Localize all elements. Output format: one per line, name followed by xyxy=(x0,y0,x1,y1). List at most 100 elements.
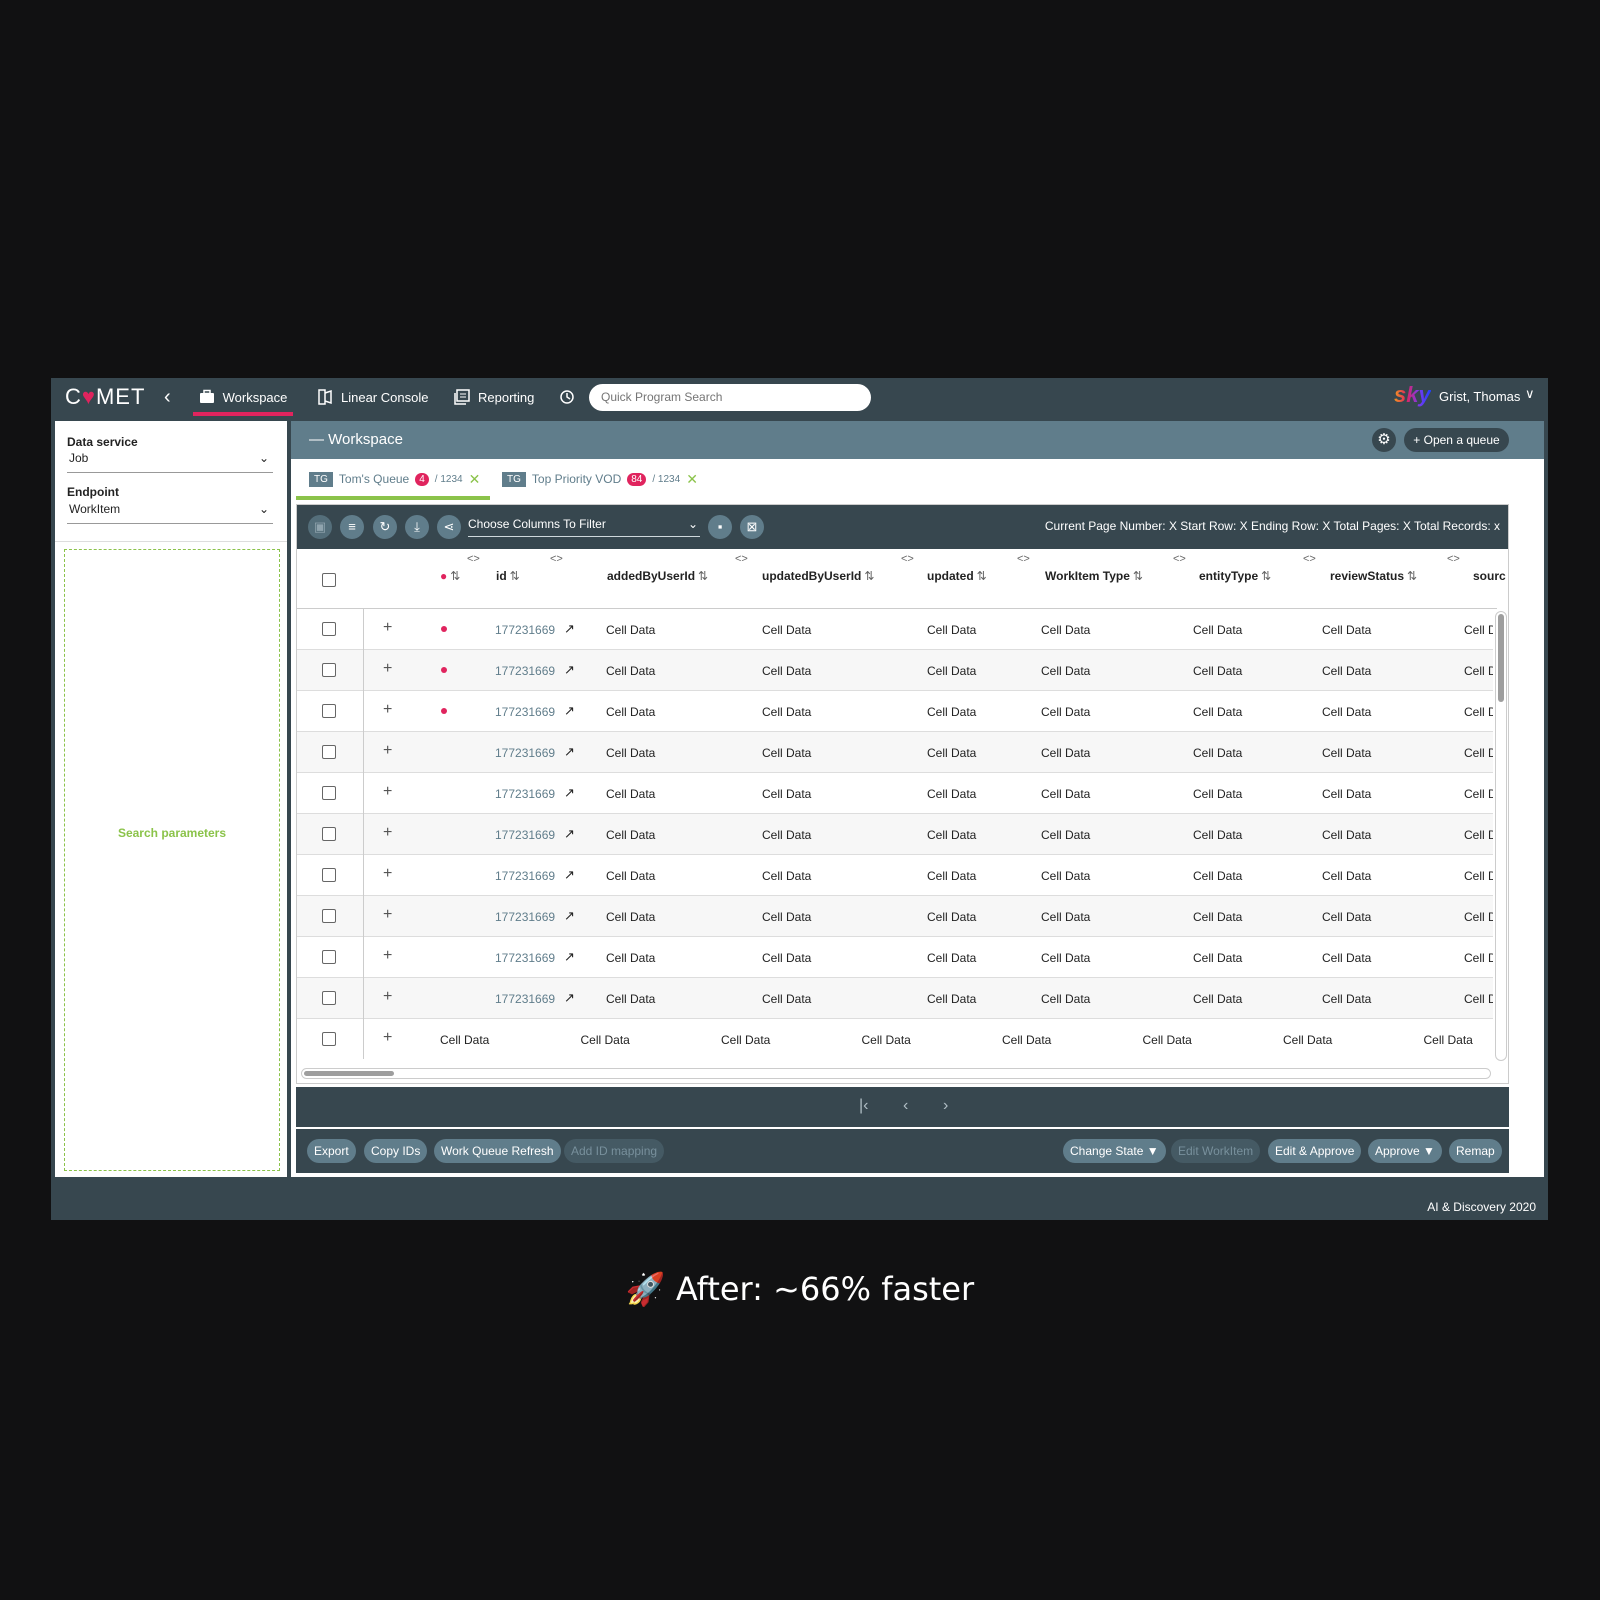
table-row[interactable]: +177231669 ↗ Cell Data Cell Data Cell Data Ce… xyxy=(297,814,1493,855)
row-checkbox[interactable] xyxy=(322,827,336,841)
resize-handle-icon[interactable]: <> xyxy=(1017,553,1030,565)
row-checkbox[interactable] xyxy=(322,622,336,636)
status-column-header[interactable]: ● ⇅ xyxy=(440,569,460,583)
row-checkbox[interactable] xyxy=(322,745,336,759)
row-checkbox[interactable] xyxy=(322,950,336,964)
resize-handle-icon[interactable]: <> xyxy=(467,553,480,565)
work-queue-refresh-button[interactable]: Work Queue Refresh xyxy=(434,1139,561,1163)
vertical-scrollbar[interactable] xyxy=(1495,611,1507,1061)
expand-icon[interactable]: + xyxy=(383,906,392,924)
external-link-icon[interactable]: ↗ xyxy=(564,744,575,760)
table-row[interactable]: +177231669 ↗ Cell Data Cell Data Cell Data Ce… xyxy=(297,855,1493,896)
expand-icon[interactable]: + xyxy=(383,783,392,801)
id-link[interactable]: 177231669 xyxy=(495,623,555,637)
external-link-icon[interactable]: ↗ xyxy=(564,785,575,801)
resize-handle-icon[interactable]: <> xyxy=(550,553,563,565)
expand-icon[interactable]: + xyxy=(383,1029,392,1047)
row-checkbox[interactable] xyxy=(322,868,336,882)
column-header-source[interactable]: sourc xyxy=(1473,569,1506,583)
table-row[interactable]: +177231669 ↗ Cell Data Cell Data Cell Data Ce… xyxy=(297,896,1493,937)
filter-icon[interactable]: ≡ xyxy=(340,515,364,539)
external-link-icon[interactable]: ↗ xyxy=(564,867,575,883)
change-state-button[interactable]: Change State ▼ xyxy=(1063,1139,1166,1163)
table-row[interactable]: + Cell Data Cell Data Cell Data Cell Data Cel… xyxy=(297,1019,1493,1059)
external-link-icon[interactable]: ↗ xyxy=(564,826,575,842)
edit-workitem-button[interactable]: Edit WorkItem xyxy=(1171,1139,1261,1163)
queue-tab-toms-queue[interactable]: TG Tom's Queue 4 / 1234 ✕ xyxy=(309,469,480,489)
data-service-select[interactable]: Job ⌄ xyxy=(67,451,273,473)
select-all-checkbox[interactable] xyxy=(322,573,336,587)
column-header-entitytype[interactable]: entityType ⇅ xyxy=(1199,569,1271,583)
expand-icon[interactable]: + xyxy=(383,947,392,965)
approve-button[interactable]: Approve ▼ xyxy=(1368,1139,1442,1163)
table-row[interactable]: +177231669 ↗ Cell Data Cell Data Cell Data Ce… xyxy=(297,978,1493,1019)
table-row[interactable]: +177231669 ↗ Cell Data Cell Data Cell Data Ce… xyxy=(297,937,1493,978)
download-icon[interactable]: ⤓ xyxy=(405,515,429,539)
user-name[interactable]: Grist, Thomas xyxy=(1439,389,1520,404)
expand-icon[interactable]: + xyxy=(383,988,392,1006)
scroll-thumb[interactable] xyxy=(304,1071,394,1076)
external-link-icon[interactable]: ↗ xyxy=(564,621,575,637)
id-link[interactable]: 177231669 xyxy=(495,746,555,760)
refresh-icon[interactable]: ↻ xyxy=(373,515,397,539)
column-header-updatedbyuserid[interactable]: updatedByUserId ⇅ xyxy=(762,569,874,583)
resize-handle-icon[interactable]: <> xyxy=(735,553,748,565)
clear-filter-icon[interactable]: ⊠ xyxy=(740,515,764,539)
column-header-addedbyuserid[interactable]: addedByUserId ⇅ xyxy=(607,569,708,583)
comet-logo[interactable]: C♥MET xyxy=(65,384,145,410)
row-checkbox[interactable] xyxy=(322,991,336,1005)
row-checkbox[interactable] xyxy=(322,663,336,677)
expand-icon[interactable]: + xyxy=(383,701,392,719)
close-icon[interactable]: ✕ xyxy=(469,471,481,488)
prev-page-icon[interactable]: ‹ xyxy=(903,1097,908,1115)
horizontal-scrollbar[interactable] xyxy=(301,1068,1491,1079)
id-link[interactable]: 177231669 xyxy=(495,951,555,965)
external-link-icon[interactable]: ↗ xyxy=(564,990,575,1006)
nav-tab-workspace[interactable]: Workspace xyxy=(193,378,293,416)
id-link[interactable]: 177231669 xyxy=(495,787,555,801)
id-link[interactable]: 177231669 xyxy=(495,705,555,719)
nav-tab-linear-console[interactable]: Linear Console xyxy=(317,378,428,416)
row-checkbox[interactable] xyxy=(322,786,336,800)
filter-columns-select[interactable]: Choose Columns To Filter ⌄ xyxy=(468,517,700,537)
expand-icon[interactable]: + xyxy=(383,742,392,760)
chevron-left-icon[interactable]: ‹ xyxy=(164,386,171,409)
quick-program-search-input[interactable] xyxy=(589,384,871,411)
remap-button[interactable]: Remap xyxy=(1449,1139,1502,1163)
history-button[interactable] xyxy=(559,378,575,416)
endpoint-select[interactable]: WorkItem ⌄ xyxy=(67,502,273,524)
id-link[interactable]: 177231669 xyxy=(495,992,555,1006)
expand-icon[interactable]: + xyxy=(383,865,392,883)
open-queue-button[interactable]: + Open a queue xyxy=(1404,428,1509,452)
table-row[interactable]: +177231669 ↗ Cell Data Cell Data Cell Data Ce… xyxy=(297,691,1493,732)
id-link[interactable]: 177231669 xyxy=(495,664,555,678)
column-header-reviewstatus[interactable]: reviewStatus ⇅ xyxy=(1330,569,1417,583)
table-row[interactable]: +177231669 ↗ Cell Data Cell Data Cell Data Ce… xyxy=(297,773,1493,814)
resize-handle-icon[interactable]: <> xyxy=(1447,553,1460,565)
add-id-mapping-button[interactable]: Add ID mapping xyxy=(564,1139,665,1163)
queue-tab-top-priority-vod[interactable]: TG Top Priority VOD 84 / 1234 ✕ xyxy=(502,469,698,489)
id-link[interactable]: 177231669 xyxy=(495,910,555,924)
share-icon[interactable]: ⋖ xyxy=(437,515,461,539)
resize-handle-icon[interactable]: <> xyxy=(901,553,914,565)
copy-ids-button[interactable]: Copy IDs xyxy=(364,1139,428,1163)
chevron-down-icon[interactable]: ∨ xyxy=(1525,386,1535,402)
row-checkbox[interactable] xyxy=(322,1032,336,1046)
briefcase-icon[interactable]: ▣ xyxy=(308,515,332,539)
save-icon[interactable]: ▪ xyxy=(708,515,732,539)
resize-handle-icon[interactable]: <> xyxy=(1173,553,1186,565)
search-parameters-area[interactable]: Search parameters xyxy=(64,549,280,1171)
first-page-icon[interactable]: |‹ xyxy=(859,1097,868,1115)
row-checkbox[interactable] xyxy=(322,909,336,923)
export-button[interactable]: Export xyxy=(307,1139,356,1163)
row-checkbox[interactable] xyxy=(322,704,336,718)
column-header-updated[interactable]: updated ⇅ xyxy=(927,569,987,583)
external-link-icon[interactable]: ↗ xyxy=(564,908,575,924)
column-header-id[interactable]: id ⇅ xyxy=(496,569,520,583)
external-link-icon[interactable]: ↗ xyxy=(564,703,575,719)
table-row[interactable]: +177231669 ↗ Cell Data Cell Data Cell Data Ce… xyxy=(297,609,1493,650)
expand-icon[interactable]: + xyxy=(383,619,392,637)
external-link-icon[interactable]: ↗ xyxy=(564,949,575,965)
nav-tab-reporting[interactable]: Reporting xyxy=(454,378,534,416)
next-page-icon[interactable]: › xyxy=(943,1097,948,1115)
